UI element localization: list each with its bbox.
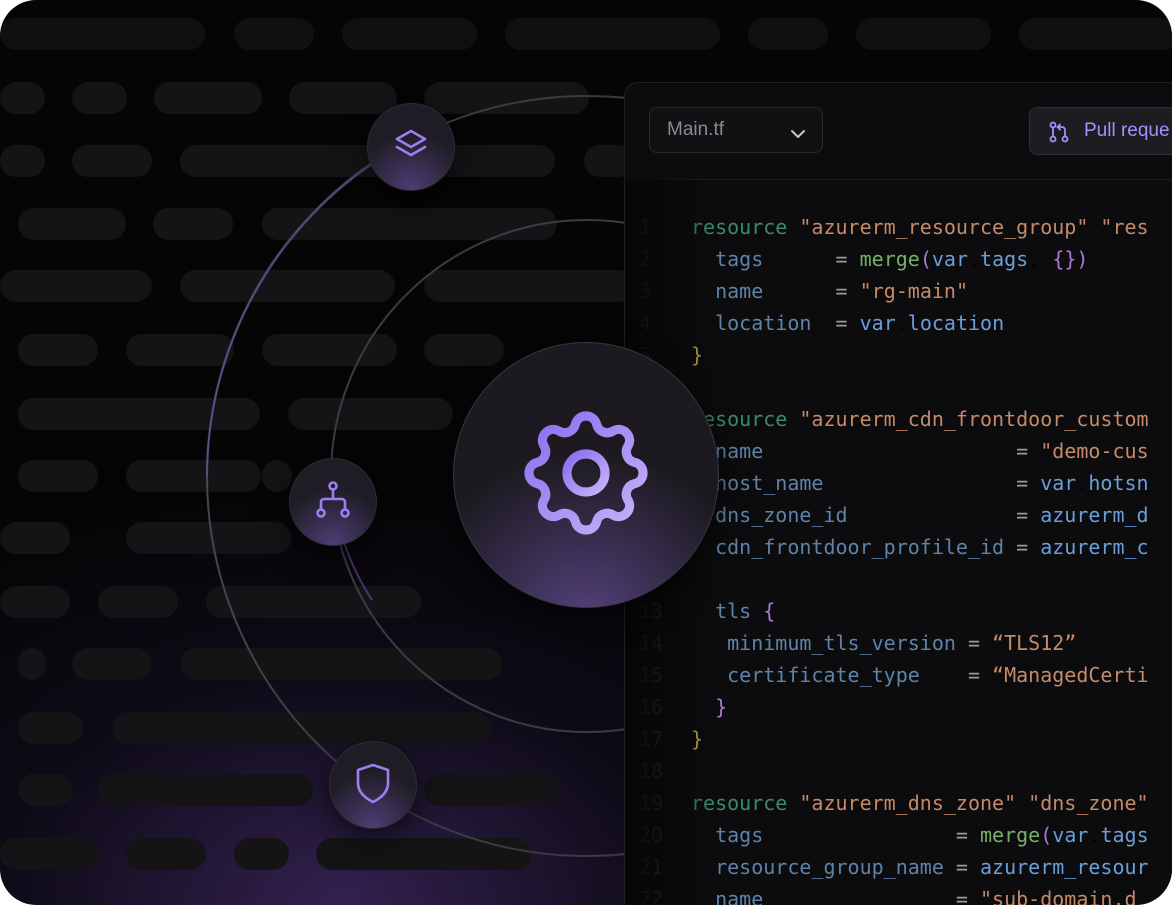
line-code: cdn_frontdoor_profile_id = azurerm_c (715, 535, 1149, 559)
line-code: location = var.location (715, 311, 1005, 335)
hierarchy-icon (311, 478, 355, 527)
file-select[interactable]: Main.tf (649, 107, 823, 153)
gear-node (453, 342, 719, 608)
line-code: tags = merge(var.tags, {}) (715, 247, 1089, 271)
line-code: resource "azurerm_cdn_frontdoor_custom (691, 407, 1149, 431)
line-code: certificate_type = “ManagedCerti (727, 663, 1149, 687)
pull-request-label: Pull reque (1084, 120, 1170, 141)
line-code: resource "azurerm_resource_group" "res (691, 215, 1149, 239)
line-code: name = "demo-cus (715, 439, 1149, 463)
orbit-highlight-arc (206, 163, 373, 477)
layers-icon (392, 126, 430, 169)
line-code: resource "azurerm_dns_zone" "dns_zone" (691, 791, 1149, 815)
line-code: name = "rg-main" (715, 279, 968, 303)
line-code: tags = merge(var.tags (715, 823, 1149, 847)
line-code: dns_zone_id = azurerm_d (715, 503, 1149, 527)
line-code: resource_group_name = azurerm_resour (715, 855, 1149, 879)
chevron-down-icon (790, 124, 806, 146)
editor-header: Main.tf Pull reque (625, 83, 1172, 180)
line-code: minimum_tls_version = “TLS12” (727, 631, 1077, 655)
git-pull-request-icon (1048, 121, 1070, 149)
shield-icon (353, 761, 393, 810)
pull-request-button[interactable]: Pull reque (1029, 107, 1172, 155)
line-code: host_name = var.hotsn (715, 471, 1149, 495)
file-select-value: Main.tf (667, 119, 725, 140)
hero-illustration: Main.tf Pull reque 1resource "azurerm_re… (0, 0, 1172, 905)
hierarchy-node (289, 458, 377, 546)
gear-icon (510, 397, 662, 554)
line-code: name = "sub-domain.d (715, 887, 1137, 905)
shield-node (329, 741, 417, 829)
layers-node (367, 103, 455, 191)
